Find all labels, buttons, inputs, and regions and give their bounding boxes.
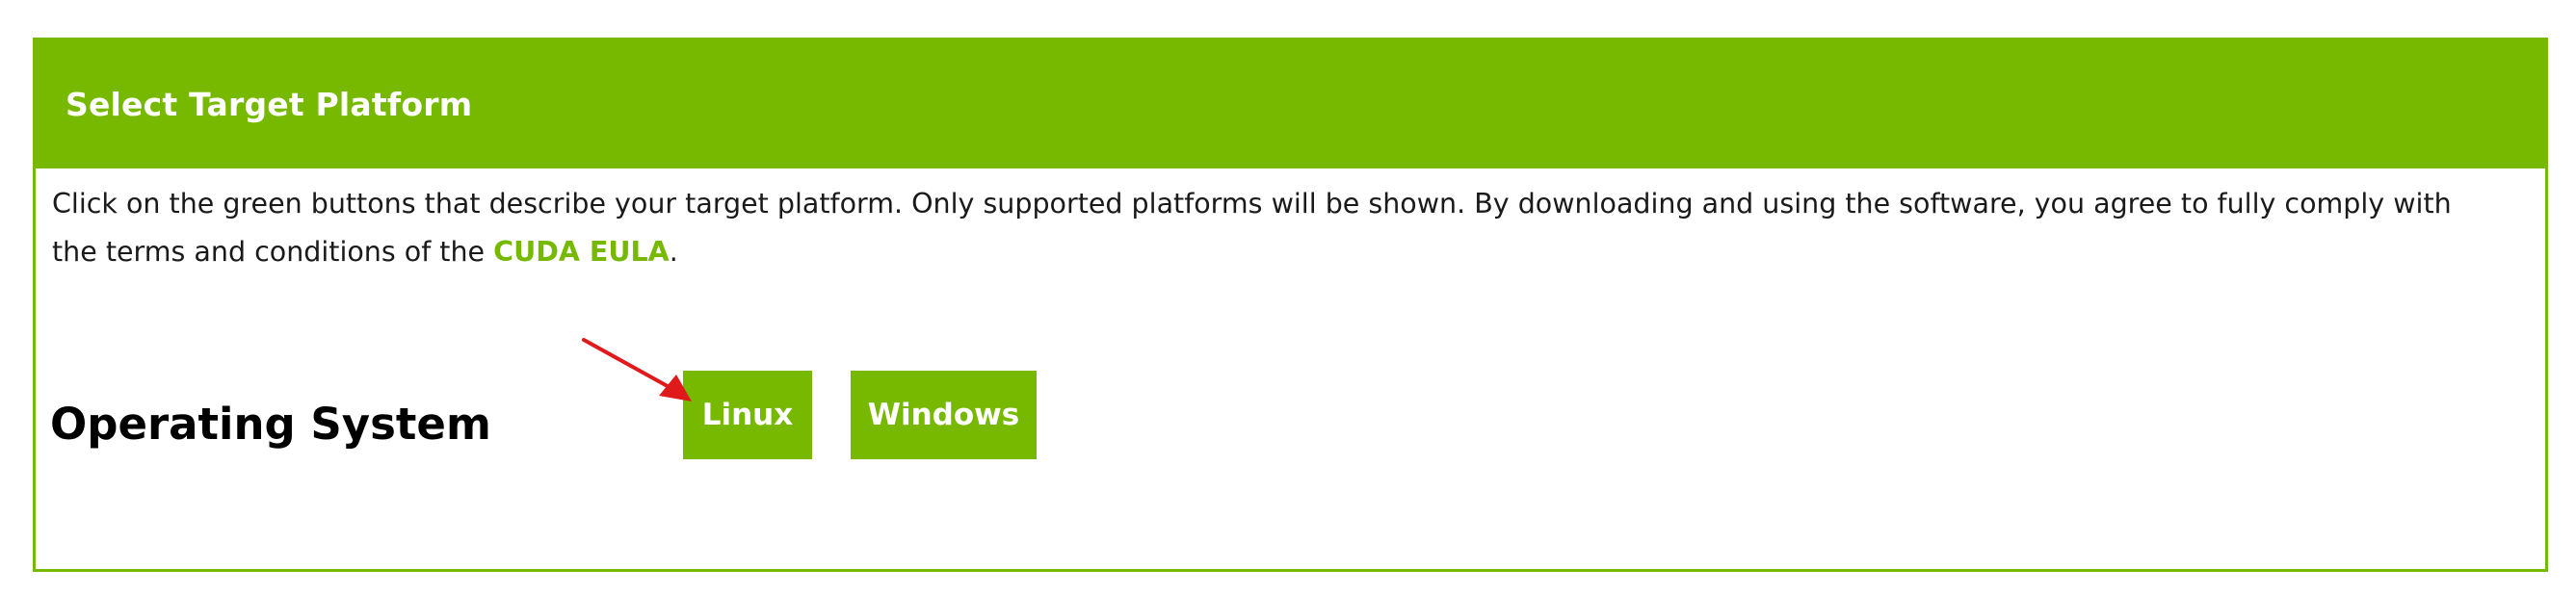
- cuda-eula-link[interactable]: CUDA EULA: [493, 236, 670, 268]
- panel-header: Select Target Platform: [36, 40, 2545, 168]
- description-text: Click on the green buttons that describe…: [52, 188, 2452, 268]
- windows-button[interactable]: Windows: [851, 371, 1037, 459]
- operating-system-label: Operating System: [50, 399, 491, 450]
- panel-title: Select Target Platform: [66, 86, 473, 123]
- description-end: .: [669, 236, 678, 268]
- platform-description: Click on the green buttons that describe…: [52, 180, 2480, 276]
- select-target-platform-panel: Select Target Platform: [33, 38, 2548, 572]
- red-arrow-annotation-icon: [582, 338, 692, 401]
